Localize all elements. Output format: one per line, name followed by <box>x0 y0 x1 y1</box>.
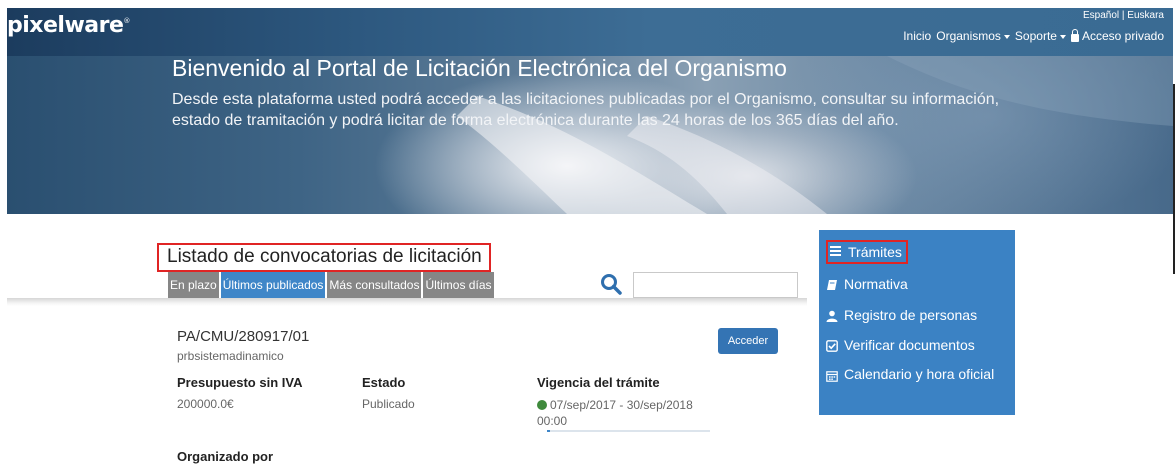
side-item-label: Verificar documentos <box>844 337 975 353</box>
lock-icon <box>1070 29 1079 42</box>
nav-organismos[interactable]: Organismos <box>936 29 1010 43</box>
page: pixelware® Español | Euskara Inicio Orga… <box>0 0 1176 464</box>
vigencia-label: Vigencia del trámite <box>537 375 660 390</box>
presupuesto-value: 200000.0€ <box>177 397 234 411</box>
side-item-registro-personas[interactable]: Registro de personas <box>826 307 977 325</box>
presupuesto-label: Presupuesto sin IVA <box>177 375 303 390</box>
main-nav: Inicio Organismos Soporte Acceso privado <box>903 29 1164 43</box>
hero-title: Bienvenido al Portal de Licitación Elect… <box>172 55 787 81</box>
tender-subtitle: prbsistemadinamico <box>177 349 284 363</box>
tab-ultimos-dias[interactable]: Últimos días <box>423 272 494 298</box>
vigencia-progress-bar <box>547 430 710 432</box>
tender-code: PA/CMU/280917/01 <box>177 328 310 345</box>
listing-title: Listado de convocatorias de licitación <box>157 243 491 272</box>
book-icon <box>826 278 842 294</box>
hero-description: Desde esta plataforma usted podrá accede… <box>172 91 1000 129</box>
nav-inicio[interactable]: Inicio <box>903 29 931 43</box>
side-item-label: Trámites <box>848 244 902 260</box>
calendar-icon <box>826 370 842 384</box>
tab-ultimos-publicados[interactable]: Últimos publicados <box>220 272 326 298</box>
user-icon <box>826 309 842 325</box>
search-input[interactable] <box>633 272 798 298</box>
chevron-down-icon <box>1059 34 1066 39</box>
nav-acceso-privado[interactable]: Acceso privado <box>1070 29 1164 43</box>
estado-value: Publicado <box>362 397 415 411</box>
chevron-down-icon <box>1003 34 1010 39</box>
list-icon <box>830 246 846 256</box>
organizado-label: Organizado por <box>177 449 274 464</box>
side-item-tramites[interactable]: Trámites <box>826 240 908 264</box>
side-item-verificar-documentos[interactable]: Verificar documentos <box>826 337 975 355</box>
side-item-label: Registro de personas <box>844 307 978 323</box>
estado-label: Estado <box>362 375 406 390</box>
side-item-label: Calendario y hora oficial <box>844 366 995 382</box>
check-square-icon <box>826 339 842 355</box>
listing-tabs: En plazo Últimos publicados Más consulta… <box>168 272 494 298</box>
tab-mas-consultados[interactable]: Más consultados <box>327 272 422 298</box>
side-item-normativa[interactable]: Normativa <box>826 276 908 294</box>
pixelware-logo[interactable]: pixelware® <box>7 13 130 38</box>
divider <box>7 298 807 306</box>
page-edge-divider <box>1173 84 1175 274</box>
vigencia-progress-fill <box>547 430 551 432</box>
side-item-calendario[interactable]: Calendario y hora oficial <box>826 366 996 384</box>
nav-soporte[interactable]: Soporte <box>1015 29 1066 43</box>
status-dot-icon <box>537 400 547 410</box>
tab-en-plazo[interactable]: En plazo <box>168 272 219 298</box>
acceder-button[interactable]: Acceder <box>718 328 778 354</box>
side-item-label: Normativa <box>844 276 908 292</box>
language-switcher[interactable]: Español | Euskara <box>1083 10 1164 21</box>
search-icon[interactable] <box>600 273 622 295</box>
vigencia-value: 07/sep/2017 - 30/sep/2018 00:00 <box>537 398 693 428</box>
